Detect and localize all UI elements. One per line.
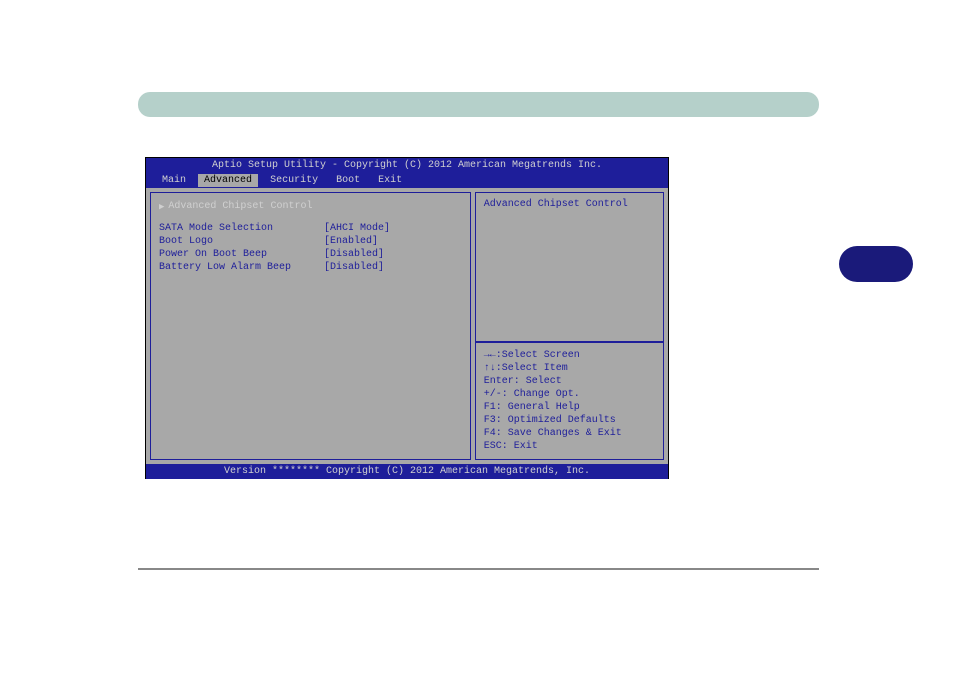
bios-right-column: Advanced Chipset Control →←:Select Scree… (475, 192, 664, 460)
help-f4: F4: Save Changes & Exit (484, 427, 655, 440)
submenu-label: Advanced Chipset Control (168, 201, 312, 212)
setting-value: [Enabled] (324, 236, 378, 247)
help-select-screen: →←:Select Screen (484, 349, 655, 362)
bios-help-panel: →←:Select Screen ↑↓:Select Item Enter: S… (475, 342, 664, 460)
submenu-arrow-icon: ▶ (159, 202, 164, 212)
bios-title-bar: Aptio Setup Utility - Copyright (C) 2012… (146, 158, 668, 173)
submenu-advanced-chipset[interactable]: ▶ Advanced Chipset Control (159, 199, 462, 214)
bios-body: ▶ Advanced Chipset Control SATA Mode Sel… (146, 188, 668, 464)
side-badge-pill (839, 246, 913, 282)
setting-label: Power On Boot Beep (159, 249, 324, 260)
bios-footer: Version ******** Copyright (C) 2012 Amer… (146, 464, 668, 479)
menu-advanced[interactable]: Advanced (198, 174, 258, 187)
setting-boot-logo[interactable]: Boot Logo [Enabled] (159, 235, 462, 248)
help-select-item: ↑↓:Select Item (484, 362, 655, 375)
setting-sata-mode[interactable]: SATA Mode Selection [AHCI Mode] (159, 222, 462, 235)
description-text: Advanced Chipset Control (484, 199, 655, 210)
setting-power-boot-beep[interactable]: Power On Boot Beep [Disabled] (159, 248, 462, 261)
setting-battery-low-beep[interactable]: Battery Low Alarm Beep [Disabled] (159, 261, 462, 274)
help-esc: ESC: Exit (484, 440, 655, 453)
menu-main[interactable]: Main (156, 174, 192, 187)
menu-boot[interactable]: Boot (330, 174, 366, 187)
setting-value: [AHCI Mode] (324, 223, 390, 234)
bottom-divider (138, 566, 819, 570)
setting-label: Boot Logo (159, 236, 324, 247)
help-enter: Enter: Select (484, 375, 655, 388)
setting-value: [Disabled] (324, 249, 384, 260)
menu-exit[interactable]: Exit (372, 174, 408, 187)
decorative-header-pill (138, 92, 819, 117)
bios-left-panel: ▶ Advanced Chipset Control SATA Mode Sel… (150, 192, 471, 460)
bios-description-panel: Advanced Chipset Control (475, 192, 664, 342)
menu-security[interactable]: Security (264, 174, 324, 187)
help-f3: F3: Optimized Defaults (484, 414, 655, 427)
bios-setup-window: Aptio Setup Utility - Copyright (C) 2012… (145, 157, 669, 479)
help-f1: F1: General Help (484, 401, 655, 414)
setting-value: [Disabled] (324, 262, 384, 273)
setting-label: Battery Low Alarm Beep (159, 262, 324, 273)
help-change-opt: +/-: Change Opt. (484, 388, 655, 401)
bios-menu-bar: Main Advanced Security Boot Exit (146, 173, 668, 188)
setting-label: SATA Mode Selection (159, 223, 324, 234)
